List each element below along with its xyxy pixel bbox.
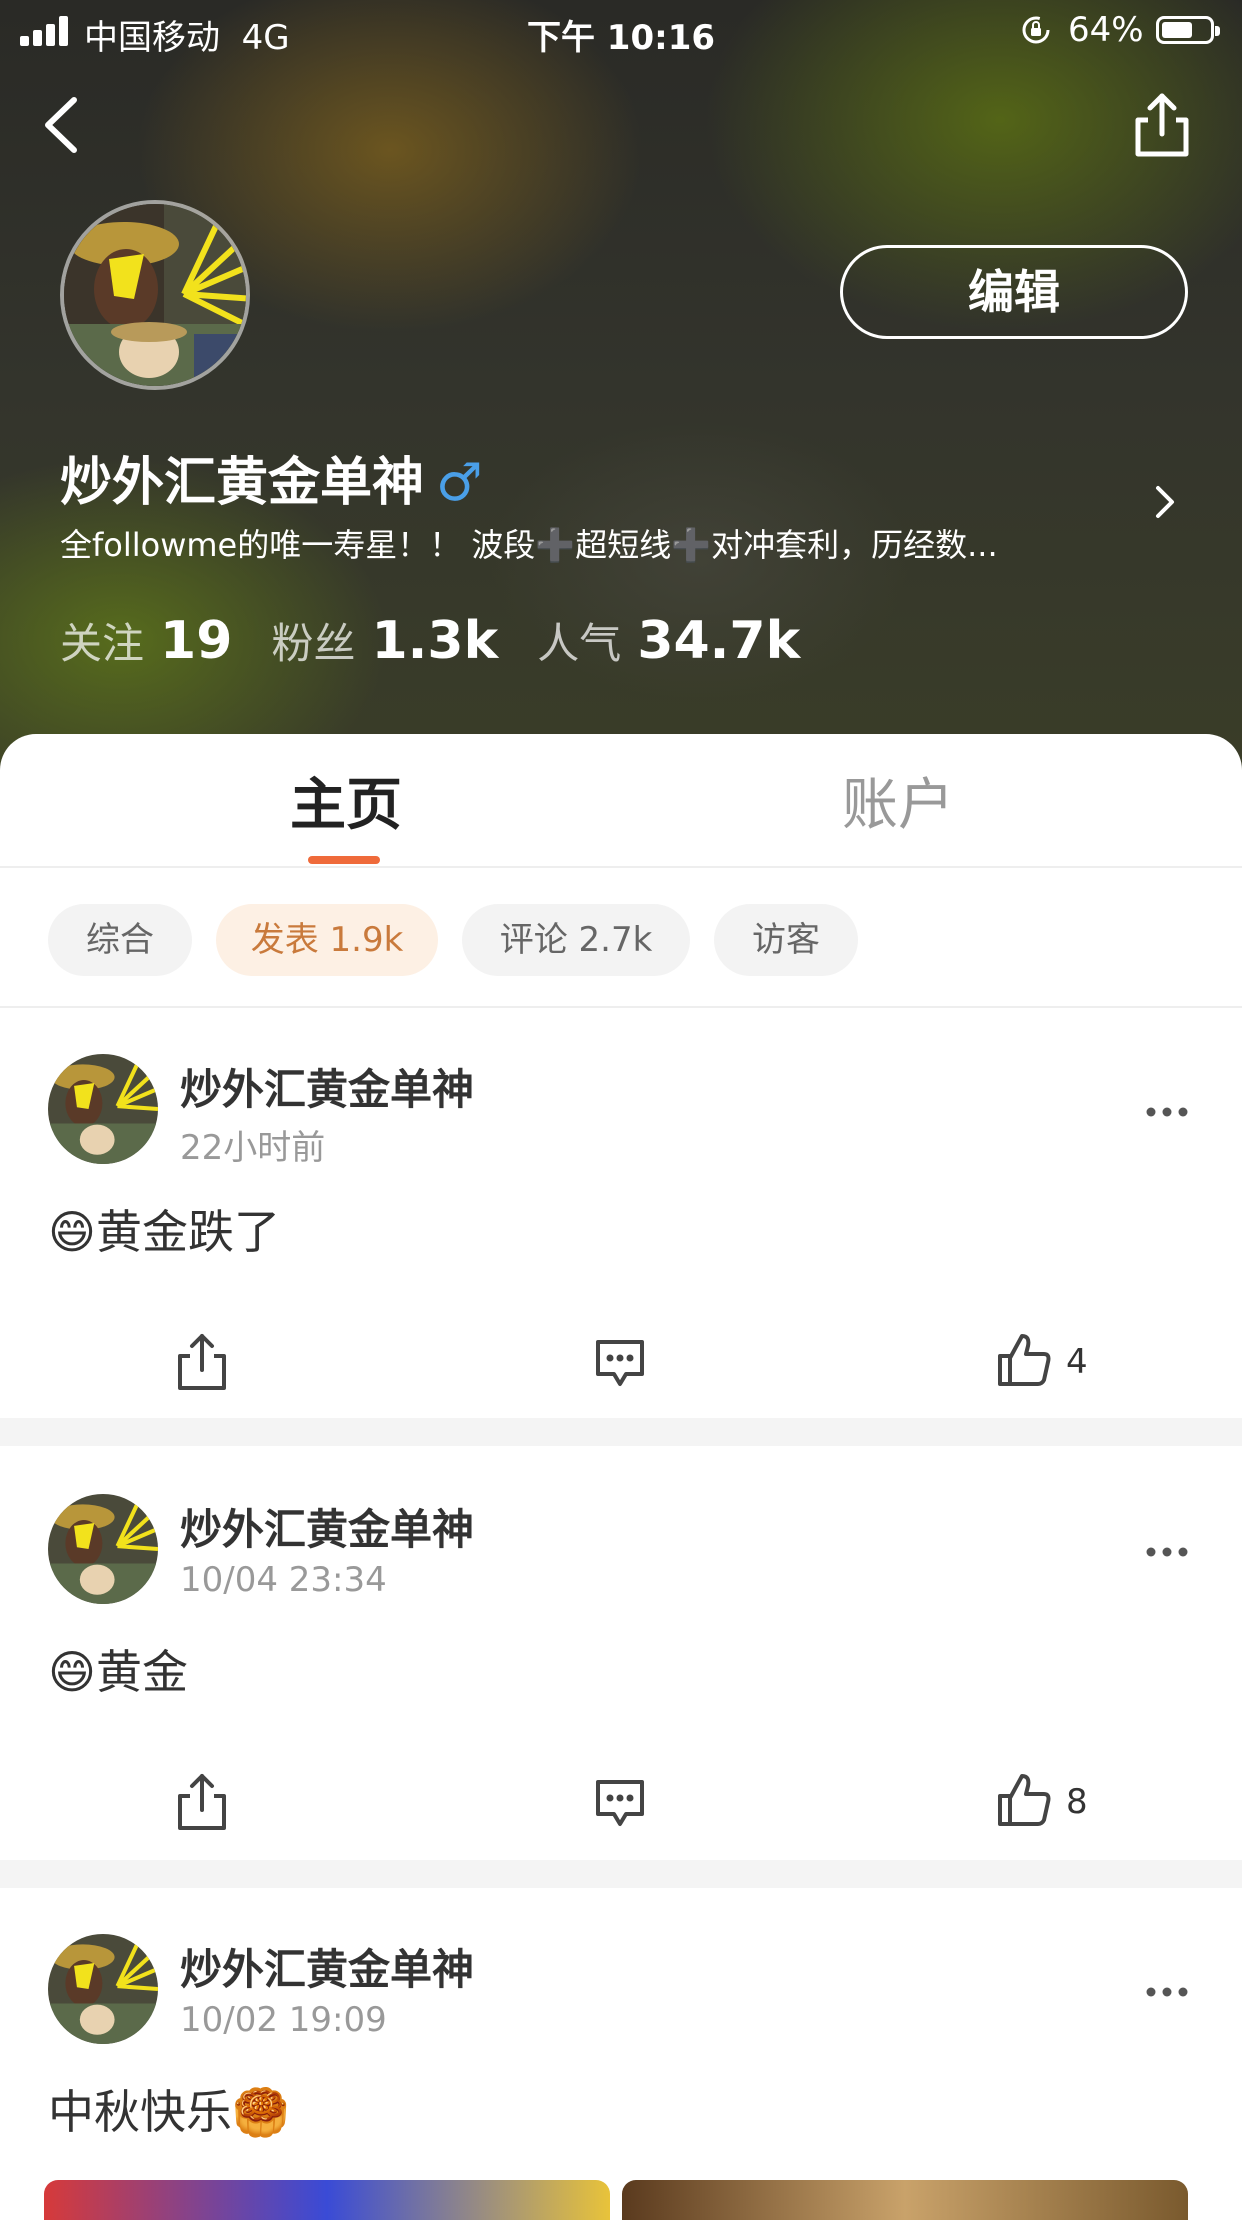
more-icon[interactable] — [1144, 1532, 1190, 1572]
battery-icon — [1156, 16, 1220, 44]
back-icon[interactable] — [36, 90, 96, 160]
post-timestamp: 10/02 19:09 — [180, 2000, 387, 2040]
post-text[interactable]: 😄黄金跌了 — [48, 1196, 280, 1262]
more-icon[interactable] — [1144, 1972, 1190, 2012]
post-image[interactable] — [44, 2180, 610, 2220]
status-bar: 中国移动 4G 下午 10:16 64% — [0, 0, 1242, 62]
post-item[interactable]: 炒外汇黄金单神 10/02 19:09 中秋快乐🥮 — [0, 1888, 1242, 2208]
gender-male-icon: ♂ — [436, 453, 483, 513]
post-text[interactable]: 😄黄金 — [48, 1636, 188, 1702]
post-image-strip — [44, 2180, 1204, 2220]
like-icon[interactable] — [996, 1330, 1052, 1390]
post-timestamp: 22小时前 — [180, 1128, 326, 1168]
post-timestamp: 10/04 23:34 — [180, 1560, 387, 1600]
stat-following[interactable]: 关注 19 — [60, 611, 271, 671]
post-actions: 4 — [0, 1330, 1242, 1420]
post-author-name[interactable]: 炒外汇黄金单神 — [180, 1936, 474, 1997]
active-tab-indicator — [308, 856, 380, 864]
post-author-avatar[interactable] — [48, 1494, 158, 1604]
comment-icon[interactable] — [590, 1774, 650, 1834]
filter-chips: 综合 发表 1.9k 评论 2.7k 访客 — [0, 868, 1242, 1008]
post-actions: 8 — [0, 1770, 1242, 1860]
battery-percentage: 64% — [1068, 10, 1144, 50]
post-item[interactable]: 炒外汇黄金单神 22小时前 😄黄金跌了 4 — [0, 1008, 1242, 1418]
post-text[interactable]: 中秋快乐🥮 — [48, 2076, 289, 2142]
like-count: 4 — [1066, 1342, 1088, 1382]
like-icon[interactable] — [996, 1770, 1052, 1830]
lock-rotation-icon — [1022, 16, 1050, 44]
chip-posts[interactable]: 发表 1.9k — [216, 904, 438, 976]
edit-profile-button[interactable]: 编辑 — [840, 245, 1188, 339]
profile-stats: 关注 19 粉丝 1.3k 人气 34.7k — [60, 610, 834, 671]
chip-comments[interactable]: 评论 2.7k — [462, 904, 690, 976]
chevron-right-icon[interactable] — [1150, 480, 1180, 524]
post-author-name[interactable]: 炒外汇黄金单神 — [180, 1056, 474, 1117]
share-icon[interactable] — [1130, 90, 1194, 160]
profile-tabs: 主页 账户 — [0, 734, 1242, 868]
post-author-avatar[interactable] — [48, 1934, 158, 2044]
post-divider — [0, 1418, 1242, 1446]
profile-avatar[interactable] — [60, 200, 250, 390]
post-divider — [0, 1860, 1242, 1888]
share-icon[interactable] — [174, 1770, 230, 1834]
post-image[interactable] — [622, 2180, 1188, 2220]
post-author-name[interactable]: 炒外汇黄金单神 — [180, 1496, 474, 1557]
share-icon[interactable] — [174, 1330, 230, 1394]
status-time: 下午 10:16 — [526, 18, 716, 58]
chip-all[interactable]: 综合 — [48, 904, 192, 976]
post-author-avatar[interactable] — [48, 1054, 158, 1164]
stat-popularity: 人气 34.7k — [537, 611, 801, 671]
chip-visitors[interactable]: 访客 — [714, 904, 858, 976]
like-count: 8 — [1066, 1782, 1088, 1822]
stat-followers[interactable]: 粉丝 1.3k — [271, 611, 537, 671]
post-item[interactable]: 炒外汇黄金单神 10/04 23:34 😄黄金 8 — [0, 1448, 1242, 1860]
tab-main[interactable]: 主页 — [290, 760, 402, 841]
profile-bio[interactable]: 全followme的唯一寿星！！ 波段➕超短线➕对冲套利，历经数... — [60, 520, 1120, 566]
comment-icon[interactable] — [590, 1334, 650, 1394]
tab-account[interactable]: 账户 — [842, 760, 954, 841]
profile-username: 炒外汇黄金单神 ♂ — [60, 453, 483, 513]
more-icon[interactable] — [1144, 1092, 1190, 1132]
